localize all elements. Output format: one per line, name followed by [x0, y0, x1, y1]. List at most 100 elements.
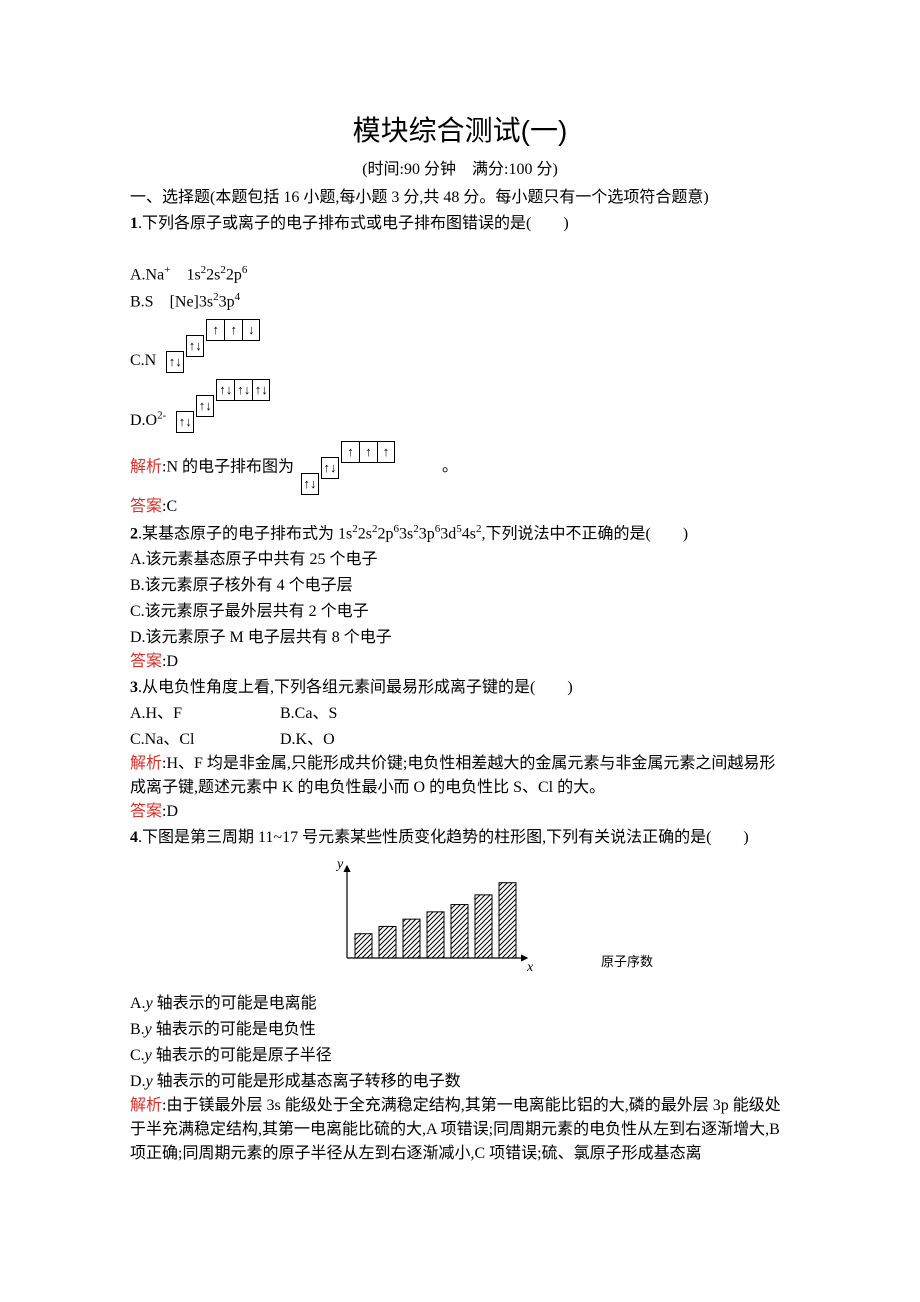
q3-options-row1: A.H、F B.Ca、S — [130, 702, 790, 726]
y-italic: y — [145, 1047, 152, 1064]
opt-post: 轴表示的可能是原子半径 — [152, 1047, 332, 1064]
y-italic: y — [146, 1073, 153, 1090]
t: 3p — [419, 525, 435, 542]
q3-number: 3 — [130, 679, 138, 696]
opt-post: 轴表示的可能是形成基态离子转移的电子数 — [153, 1073, 461, 1090]
chart-bar — [427, 912, 444, 958]
t: 2p — [377, 525, 393, 542]
analysis-text-post: 。 — [442, 458, 458, 475]
analysis-text: :H、F 均是非金属,只能形成共价键;电负性相差越大的金属元素与非金属元素之间越… — [130, 755, 775, 796]
q4-option-c: C.y 轴表示的可能是原子半径 — [130, 1044, 790, 1068]
q4-option-b: B.y 轴表示的可能是电负性 — [130, 1018, 790, 1042]
q1-number: 1 — [130, 215, 138, 232]
y-italic: y — [145, 1021, 152, 1038]
q1-a-body: 1s — [170, 266, 200, 283]
orbital-diagram-answer: ↑↓ ↑↓ ↑ ↑ ↑ — [301, 441, 395, 495]
answer-value: :C — [162, 498, 177, 515]
orbital-box: ↓ — [242, 319, 260, 341]
orbital-box: ↑ — [224, 319, 242, 341]
q2-number: 2 — [130, 525, 138, 542]
q3-option-b: B.Ca、S — [280, 702, 337, 726]
q3-options-row2: C.Na、Cl D.K、O — [130, 728, 790, 752]
chart-bar — [499, 883, 516, 958]
page-title: 模块综合测试(一) — [130, 110, 790, 152]
analysis-label: 解析 — [130, 458, 162, 475]
orbital-box: ↑↓ — [321, 457, 339, 479]
q1-text: .下列各原子或离子的电子排布式或电子排布图错误的是( ) — [138, 215, 569, 232]
orbital-box: ↑ — [377, 441, 395, 463]
orbital-box: ↑ — [359, 441, 377, 463]
q3-text: .从电负性角度上看,下列各组元素间最易形成离子键的是( ) — [138, 679, 573, 696]
q4-analysis: 解析:由于镁最外层 3s 能级处于全充满稳定结构,其第一电离能比铝的大,磷的最外… — [130, 1094, 790, 1166]
orbital-box: ↑↓ — [234, 379, 252, 401]
q2-text-post: ,下列说法中不正确的是( ) — [481, 525, 688, 542]
chart-bar — [451, 905, 468, 958]
orbital-box: ↑↓ — [166, 351, 184, 373]
bar-chart: y x 原子序数 — [130, 858, 790, 986]
chart-bar — [355, 934, 372, 958]
orbital-box: ↑↓ — [252, 379, 270, 401]
q1-option-d: D.O2- ↑↓ ↑↓ ↑↓ ↑↓ ↑↓ — [130, 379, 790, 433]
orbital-box: ↑↓ — [176, 411, 194, 433]
q3-option-a: A.H、F — [130, 702, 280, 726]
subshell-2p: ↑↓ ↑↓ ↑↓ — [216, 379, 270, 401]
q2-option-a: A.该元素基态原子中共有 25 个电子 — [130, 548, 790, 572]
y-axis-label: y — [335, 858, 344, 872]
question-2: 2.某基态原子的电子排布式为 1s22s22p63s23p63d54s2,下列说… — [130, 521, 790, 546]
section-heading: 一、选择题(本题包括 16 小题,每小题 3 分,共 48 分。每小题只有一个选… — [130, 186, 790, 210]
opt-pre: A. — [130, 995, 146, 1012]
q2-text-pre: .某基态原子的电子排布式为 1s — [138, 525, 352, 542]
q1-d-prefix: D.O — [130, 412, 157, 429]
q4-text: .下图是第三周期 11~17 号元素某些性质变化趋势的柱形图,下列有关说法正确的… — [138, 829, 749, 846]
subshell-1s: ↑↓ — [176, 411, 194, 433]
orbital-diagram-o2minus: ↑↓ ↑↓ ↑↓ ↑↓ ↑↓ — [176, 379, 270, 433]
q2-answer: 答案:D — [130, 650, 790, 674]
x-axis-label: 原子序数 — [601, 954, 653, 969]
opt-post: 轴表示的可能是电负性 — [152, 1021, 316, 1038]
q1-analysis: 解析:N 的电子排布图为 ↑↓ ↑↓ ↑ ↑ ↑ 。 — [130, 441, 790, 495]
t: 3d — [440, 525, 456, 542]
q4-number: 4 — [130, 829, 138, 846]
subshell-1s: ↑↓ — [301, 473, 319, 495]
subshell-2s: ↑↓ — [196, 395, 214, 417]
subshell-2p: ↑ ↑ ↓ — [206, 319, 260, 341]
answer-label: 答案 — [130, 653, 162, 670]
analysis-text-pre: :N 的电子排布图为 — [162, 458, 294, 475]
q1-option-a: A.Na+ 1s22s22p6 — [130, 262, 790, 287]
q3-analysis: 解析:H、F 均是非金属,只能形成共价键;电负性相差越大的金属元素与非金属元素之… — [130, 752, 790, 800]
sup-minus: 2- — [157, 409, 166, 421]
q2-option-c: C.该元素原子最外层共有 2 个电子 — [130, 600, 790, 624]
t: 3s — [399, 525, 413, 542]
chart-bar — [403, 919, 420, 958]
sup: 6 — [242, 264, 248, 276]
orbital-box: ↑↓ — [186, 335, 204, 357]
subshell-2s: ↑↓ — [321, 457, 339, 479]
chart-bar — [379, 926, 396, 958]
q2-option-b: B.该元素原子核外有 4 个电子层 — [130, 574, 790, 598]
t: 3p — [219, 294, 235, 311]
orbital-box: ↑↓ — [301, 473, 319, 495]
subshell-2p: ↑ ↑ ↑ — [341, 441, 395, 463]
orbital-box: ↑↓ — [196, 395, 214, 417]
analysis-label: 解析 — [130, 1097, 162, 1114]
chart-bar — [475, 895, 492, 958]
q1-answer: 答案:C — [130, 495, 790, 519]
q1-b-prefix: B.S [Ne]3s — [130, 294, 213, 311]
t: 4s — [462, 525, 476, 542]
answer-label: 答案 — [130, 498, 162, 515]
opt-post: 轴表示的可能是电离能 — [153, 995, 317, 1012]
q3-option-c: C.Na、Cl — [130, 728, 280, 752]
q4-option-d: D.y 轴表示的可能是形成基态离子转移的电子数 — [130, 1070, 790, 1094]
q2-option-d: D.该元素原子 M 电子层共有 8 个电子 — [130, 626, 790, 650]
orbital-box: ↑↓ — [216, 379, 234, 401]
question-3: 3.从电负性角度上看,下列各组元素间最易形成离子键的是( ) — [130, 676, 790, 700]
q1-option-c: C.N ↑↓ ↑↓ ↑ ↑ ↓ — [130, 319, 790, 373]
q1-option-b: B.S [Ne]3s23p4 — [130, 289, 790, 314]
q4-option-a: A.y 轴表示的可能是电离能 — [130, 992, 790, 1016]
analysis-text: :由于镁最外层 3s 能级处于全充满稳定结构,其第一电离能比铝的大,磷的最外层 … — [130, 1097, 781, 1162]
opt-pre: B. — [130, 1021, 145, 1038]
subshell-1s: ↑↓ — [166, 351, 184, 373]
t: 2s — [206, 266, 220, 283]
x-arrow-label: x — [526, 960, 534, 975]
exam-info: (时间:90 分钟 满分:100 分) — [130, 158, 790, 182]
